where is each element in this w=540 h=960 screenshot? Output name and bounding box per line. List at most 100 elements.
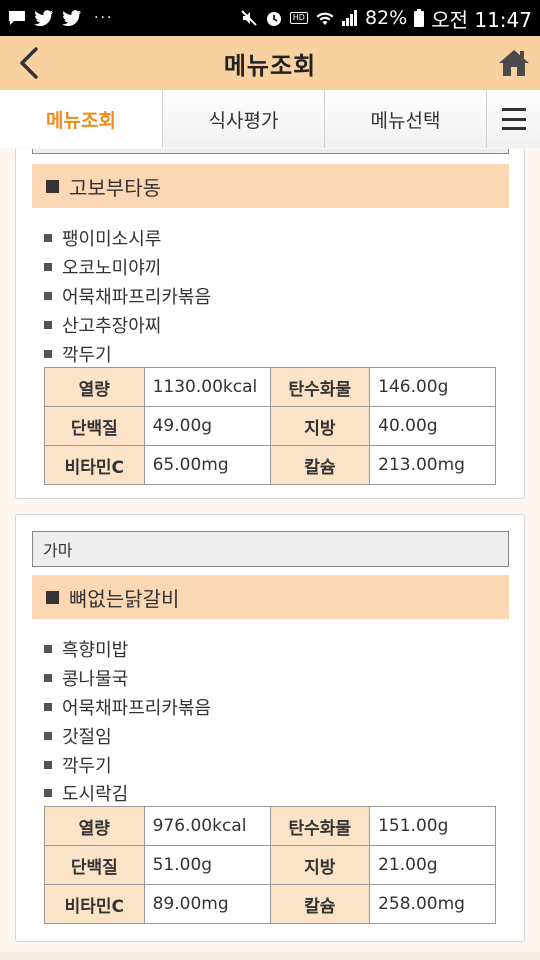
tab-menu-view[interactable]: 메뉴조회 — [0, 90, 163, 148]
bullet-icon — [44, 645, 52, 654]
next-card-edge — [0, 952, 540, 960]
side-dish-list: 흑향미밥 콩나물국 어묵채파프리카볶음 갓절임 깍두기 도시락김 — [44, 635, 211, 808]
bullet-icon — [44, 320, 52, 329]
nutrient-value: 40.00g — [369, 406, 496, 446]
table-row: 단백질 51.00g 지방 21.00g — [44, 845, 496, 885]
main-dish-name: 고보부타동 — [69, 175, 161, 200]
nutrient-label: 단백질 — [44, 406, 145, 446]
clock: 오전 11:47 — [431, 7, 532, 32]
side-dish: 깍두기 — [62, 344, 112, 366]
menu-button[interactable] — [487, 90, 540, 148]
side-dish: 흑향미밥 — [62, 640, 129, 662]
bullet-icon — [44, 674, 52, 683]
home-icon — [499, 50, 529, 76]
nutrient-label: 비타민C — [44, 884, 145, 924]
nutrient-value: 151.00g — [369, 806, 496, 846]
page-title: 메뉴조회 — [223, 51, 317, 80]
bullet-icon — [44, 291, 52, 300]
nutrient-label: 칼슘 — [269, 445, 371, 485]
nutrition-table: 열량 1130.00kcal 탄수화물 146.00g 단백질 49.00g 지… — [44, 367, 496, 485]
more-notifications-icon: ··· — [94, 10, 114, 26]
side-dish: 팽이미소시루 — [62, 229, 162, 251]
nutrient-value: 1130.00kcal — [143, 367, 271, 407]
side-dish: 콩나물국 — [62, 669, 129, 691]
main-dish: 뼈없는닭갈비 — [32, 575, 509, 619]
bullet-icon — [44, 789, 52, 798]
side-dish-list: 팽이미소시루 오코노미야끼 어묵채파프리카볶음 산고추장아찌 깍두기 — [44, 224, 211, 368]
table-row: 비타민C 65.00mg 칼슘 213.00mg — [44, 445, 496, 485]
bullet-icon — [44, 760, 52, 769]
back-button[interactable] — [10, 44, 48, 82]
table-row: 비타민C 89.00mg 칼슘 258.00mg — [44, 884, 496, 924]
nutrient-value: 65.00mg — [143, 445, 271, 485]
side-dish: 오코노미야끼 — [62, 258, 162, 280]
list-item: 오코노미야끼 — [44, 253, 211, 282]
nutrient-value: 89.00mg — [143, 884, 271, 924]
restaurant-name — [32, 149, 509, 154]
main-dish-name: 뼈없는닭갈비 — [69, 586, 180, 611]
bullet-icon — [44, 234, 52, 243]
bullet-icon — [44, 702, 52, 711]
hd-voice-icon: HD — [289, 12, 308, 24]
table-row: 열량 1130.00kcal 탄수화물 146.00g — [44, 367, 496, 407]
nutrient-label: 열량 — [44, 806, 145, 846]
chevron-left-icon — [20, 47, 38, 79]
side-dish: 도시락김 — [62, 784, 129, 806]
nutrient-label: 지방 — [269, 845, 371, 885]
menu-list[interactable]: 고보부타동 팽이미소시루 오코노미야끼 어묵채파프리카볶음 산고추장아찌 깍두기… — [0, 149, 540, 960]
nutrition-table: 열량 976.00kcal 탄수화물 151.00g 단백질 51.00g 지방… — [44, 806, 496, 924]
notification-icons: ··· — [0, 10, 113, 26]
main-dish: 고보부타동 — [32, 164, 509, 208]
list-item: 깍두기 — [44, 339, 211, 368]
battery-icon — [414, 9, 425, 27]
table-row: 단백질 49.00g 지방 40.00g — [44, 406, 496, 446]
status-bar: ··· HD 82% 오전 11:47 — [0, 0, 540, 36]
list-item: 도시락김 — [44, 779, 211, 808]
list-item: 어묵채파프리카볶음 — [44, 282, 211, 311]
side-dish: 갓절임 — [62, 726, 112, 748]
nutrient-value: 258.00mg — [369, 884, 496, 924]
square-bullet-icon — [46, 179, 59, 193]
list-item: 산고추장아찌 — [44, 310, 211, 339]
nutrient-label: 단백질 — [44, 845, 145, 885]
list-item: 깍두기 — [44, 750, 211, 779]
system-icons: HD 82% 오전 11:47 — [240, 4, 540, 33]
menu-card: 가마 뼈없는닭갈비 흑향미밥 콩나물국 어묵채파프리카볶음 갓절임 깍두기 도시… — [15, 514, 525, 942]
list-item: 갓절임 — [44, 721, 211, 750]
nutrient-label: 비타민C — [44, 445, 145, 485]
restaurant-name: 가마 — [32, 531, 509, 567]
tab-meal-rating[interactable]: 식사평가 — [163, 90, 325, 148]
list-item: 콩나물국 — [44, 664, 211, 693]
signal-icon — [341, 10, 357, 26]
tab-bar: 메뉴조회 식사평가 메뉴선택 — [0, 90, 540, 148]
side-dish: 어묵채파프리카볶음 — [62, 697, 212, 719]
nutrient-value: 49.00g — [143, 406, 271, 446]
bullet-icon — [44, 263, 52, 272]
square-bullet-icon — [46, 590, 59, 604]
nutrient-value: 146.00g — [369, 367, 496, 407]
message-icon — [9, 11, 25, 25]
list-item: 흑향미밥 — [44, 635, 211, 664]
mute-icon — [241, 10, 257, 26]
nutrient-value: 51.00g — [143, 845, 271, 885]
battery-percent: 82% — [364, 7, 408, 29]
home-button[interactable] — [494, 44, 534, 82]
nutrient-value: 21.00g — [369, 845, 496, 885]
hamburger-icon — [501, 108, 526, 130]
nutrient-label: 지방 — [269, 406, 371, 446]
side-dish: 산고추장아찌 — [62, 315, 162, 337]
wifi-icon — [316, 12, 334, 25]
app-header: 메뉴조회 — [0, 36, 540, 90]
bullet-icon — [44, 349, 52, 358]
list-item: 팽이미소시루 — [44, 224, 211, 253]
side-dish: 깍두기 — [62, 755, 112, 777]
side-dish: 어묵채파프리카볶음 — [62, 286, 212, 308]
list-item: 어묵채파프리카볶음 — [44, 693, 211, 722]
nutrient-label: 칼슘 — [269, 884, 371, 924]
menu-card: 고보부타동 팽이미소시루 오코노미야끼 어묵채파프리카볶음 산고추장아찌 깍두기… — [15, 149, 525, 499]
nutrient-label: 열량 — [44, 367, 145, 407]
twitter-icon — [34, 10, 53, 26]
tab-menu-select[interactable]: 메뉴선택 — [325, 90, 487, 148]
nutrient-value: 976.00kcal — [143, 806, 271, 846]
nutrient-value: 213.00mg — [369, 445, 496, 485]
